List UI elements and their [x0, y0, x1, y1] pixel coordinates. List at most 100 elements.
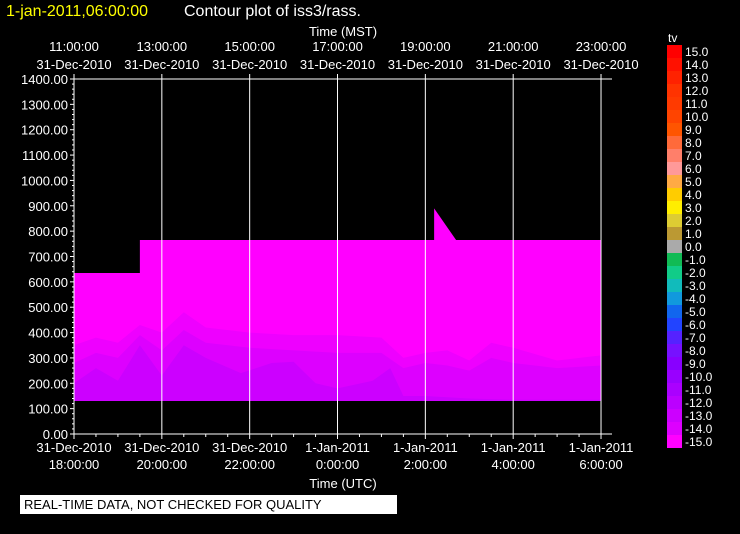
top-tick-date: 31-Dec-2010	[212, 57, 287, 72]
y-tick-label: 1000.00	[21, 173, 68, 188]
top-tick-date: 31-Dec-2010	[36, 57, 111, 72]
x-tick-date: 31-Dec-2010	[124, 440, 199, 455]
x-tick-time: 18:00:00	[49, 457, 100, 472]
y-tick-label: 300.00	[28, 351, 68, 366]
colorbar-label: 8.0	[685, 136, 702, 150]
colorbar-swatch	[667, 123, 682, 136]
colorbar-label: 9.0	[685, 123, 702, 137]
x-axis-title-top: Time (MST)	[309, 24, 377, 39]
y-tick-label: 100.00	[28, 402, 68, 417]
colorbar-label: 5.0	[685, 175, 702, 189]
colorbar-swatch	[667, 331, 682, 344]
colorbar-swatch	[667, 279, 682, 292]
top-tick-time: 17:00:00	[312, 39, 363, 54]
colorbar-swatch	[667, 227, 682, 240]
colorbar-label: 2.0	[685, 214, 702, 228]
x-tick-time: 22:00:00	[224, 457, 275, 472]
colorbar-label: 12.0	[685, 84, 709, 98]
colorbar-swatch	[667, 84, 682, 97]
colorbar-label: -5.0	[685, 305, 706, 319]
colorbar-label: 13.0	[685, 71, 709, 85]
colorbar-label: 4.0	[685, 188, 702, 202]
colorbar-swatch	[667, 422, 682, 435]
x-tick-time: 20:00:00	[137, 457, 188, 472]
top-tick-date: 31-Dec-2010	[563, 57, 638, 72]
y-tick-label: 1200.00	[21, 123, 68, 138]
colorbar-swatch	[667, 357, 682, 370]
colorbar-label: -10.0	[685, 370, 713, 384]
colorbar-label: 0.0	[685, 240, 702, 254]
x-axis-title-bottom: Time (UTC)	[309, 476, 376, 491]
colorbar-label: 1.0	[685, 227, 702, 241]
top-tick-date: 31-Dec-2010	[476, 57, 551, 72]
colorbar-swatch	[667, 344, 682, 357]
colorbar-label: 15.0	[685, 45, 709, 59]
colorbar-swatch	[667, 318, 682, 331]
colorbar-swatch	[667, 162, 682, 175]
colorbar-label: -14.0	[685, 422, 713, 436]
colorbar-label: -9.0	[685, 357, 706, 371]
x-tick-time: 4:00:00	[491, 457, 534, 472]
top-tick-time: 11:00:00	[49, 39, 99, 54]
y-tick-label: 900.00	[28, 199, 68, 214]
colorbar-label: -8.0	[685, 344, 706, 358]
top-tick-date: 31-Dec-2010	[124, 57, 199, 72]
colorbar-swatch	[667, 188, 682, 201]
x-tick-date: 31-Dec-2010	[212, 440, 287, 455]
colorbar-swatch	[667, 253, 682, 266]
colorbar-label: -1.0	[685, 253, 706, 267]
y-tick-label: 1300.00	[21, 97, 68, 112]
x-tick-time: 0:00:00	[316, 457, 359, 472]
colorbar-label: 6.0	[685, 162, 702, 176]
x-tick-date: 1-Jan-2011	[305, 440, 370, 455]
colorbar-swatch	[667, 383, 682, 396]
y-tick-label: 1400.00	[21, 72, 68, 87]
colorbar-label: -11.0	[685, 383, 712, 397]
top-tick-time: 15:00:00	[224, 39, 275, 54]
colorbar-swatch	[667, 110, 682, 123]
x-tick-date: 1-Jan-2011	[569, 440, 634, 455]
colorbar-swatch	[667, 175, 682, 188]
x-tick-date: 1-Jan-2011	[481, 440, 546, 455]
top-tick-date: 31-Dec-2010	[300, 57, 375, 72]
colorbar: 15.014.013.012.011.010.09.08.07.06.05.04…	[667, 45, 713, 449]
colorbar-swatch	[667, 71, 682, 84]
colorbar-label: -15.0	[685, 435, 713, 449]
colorbar-label: -3.0	[685, 279, 706, 293]
colorbar-swatch	[667, 58, 682, 71]
x-tick-time: 6:00:00	[579, 457, 622, 472]
colorbar-swatch	[667, 240, 682, 253]
colorbar-label: 3.0	[685, 201, 702, 215]
colorbar-swatch	[667, 136, 682, 149]
y-tick-label: 500.00	[28, 300, 68, 315]
colorbar-label: -6.0	[685, 318, 706, 332]
top-tick-time: 19:00:00	[400, 39, 451, 54]
colorbar-swatch	[667, 97, 682, 110]
y-tick-label: 400.00	[28, 326, 68, 341]
top-tick-time: 21:00:00	[488, 39, 539, 54]
colorbar-swatch	[667, 292, 682, 305]
y-tick-label: 700.00	[28, 250, 68, 265]
colorbar-swatch	[667, 201, 682, 214]
top-tick-time: 13:00:00	[137, 39, 188, 54]
colorbar-swatch	[667, 409, 682, 422]
colorbar-label: 7.0	[685, 149, 702, 163]
colorbar-label: 11.0	[685, 97, 708, 111]
colorbar-label: -12.0	[685, 396, 713, 410]
colorbar-label: -4.0	[685, 292, 706, 306]
colorbar-swatch	[667, 45, 682, 58]
colorbar-swatch	[667, 149, 682, 162]
x-tick-time: 2:00:00	[404, 457, 447, 472]
colorbar-label: 14.0	[685, 58, 709, 72]
quality-banner: REAL-TIME DATA, NOT CHECKED FOR QUALITY	[20, 495, 397, 514]
quality-note: REAL-TIME DATA, NOT CHECKED FOR QUALITY	[24, 497, 322, 512]
y-tick-label: 200.00	[28, 376, 68, 391]
top-tick-time: 23:00:00	[576, 39, 627, 54]
colorbar-label: -13.0	[685, 409, 713, 423]
y-tick-label: 600.00	[28, 275, 68, 290]
colorbar-swatch	[667, 214, 682, 227]
colorbar-title: tv	[668, 31, 678, 45]
colorbar-swatch	[667, 266, 682, 279]
contour-plot: 0.00100.00200.00300.00400.00500.00600.00…	[21, 24, 713, 491]
top-tick-date: 31-Dec-2010	[388, 57, 463, 72]
